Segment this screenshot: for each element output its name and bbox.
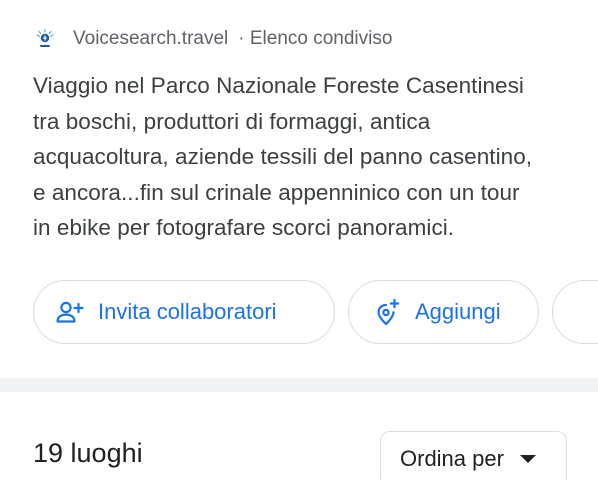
voicesearch-logo-icon — [36, 28, 54, 47]
list-description: Viaggio nel Parco Nazionale Foreste Case… — [33, 68, 581, 246]
caret-down-icon — [519, 455, 536, 463]
list-source-header: Voicesearch.travel · Elenco condiviso — [33, 24, 392, 54]
places-count: 19 luoghi — [33, 438, 143, 468]
description-line: acquacoltura, aziende tessili del panno … — [33, 144, 533, 169]
description-line: Viaggio nel Parco Nazionale Foreste Case… — [33, 73, 524, 98]
shared-list-page: Voicesearch.travel · Elenco condiviso Vi… — [0, 0, 598, 480]
invite-collaborators-label: Invita collaboratori — [98, 299, 277, 324]
shared-list-label: · Elenco condiviso — [238, 28, 393, 49]
add-place-label: Aggiungi — [415, 299, 501, 324]
person-add-icon — [56, 301, 84, 323]
sort-by-label: Ordina per — [400, 446, 504, 471]
add-place-button[interactable]: Aggiungi — [348, 280, 539, 344]
source-site-name[interactable]: Voicesearch.travel — [73, 28, 228, 50]
description-line: in ebike per fotografare scorci panorami… — [33, 215, 455, 240]
sort-by-dropdown[interactable]: Ordina per — [380, 431, 567, 480]
description-line: tra boschi, produttori di formaggi, anti… — [33, 108, 431, 134]
invite-collaborators-button[interactable]: Invita collaboratori — [33, 280, 335, 344]
section-divider — [0, 378, 598, 392]
add-location-icon — [377, 298, 400, 326]
more-actions-chip[interactable] — [552, 280, 598, 344]
description-line: e ancora...fin sul crinale appenninico c… — [33, 179, 520, 205]
